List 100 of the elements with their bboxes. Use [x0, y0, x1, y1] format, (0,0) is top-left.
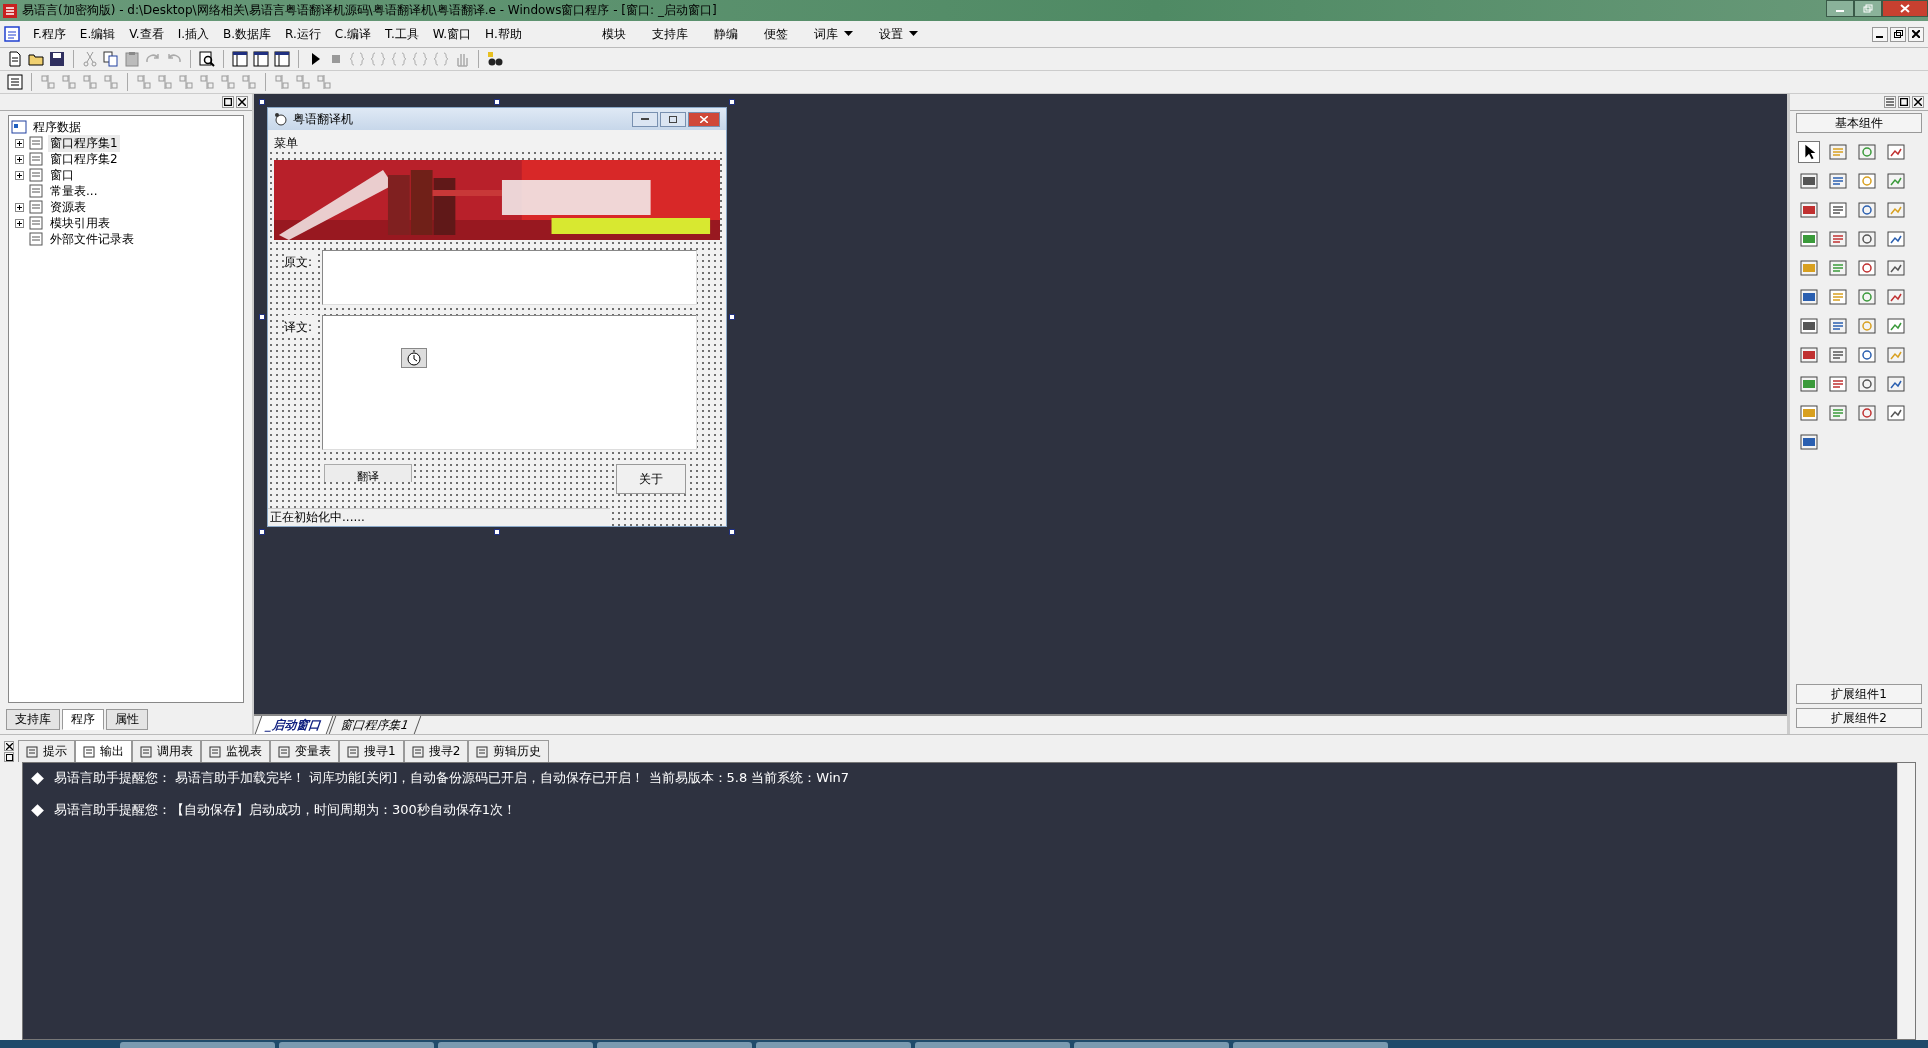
- menu-item[interactable]: C.编译: [327, 25, 379, 43]
- toolbox-group-button[interactable]: 扩展组件1: [1796, 684, 1922, 704]
- maximize-button[interactable]: [660, 111, 686, 127]
- tree-item[interactable]: 程序数据: [31, 118, 83, 136]
- component-icon[interactable]: [1885, 315, 1907, 337]
- component-icon[interactable]: [1885, 402, 1907, 424]
- tree-item[interactable]: 模块引用表: [48, 214, 112, 232]
- menu-item[interactable]: 支持库: [638, 25, 701, 43]
- minimize-button[interactable]: [1826, 0, 1854, 17]
- component-icon[interactable]: [1856, 199, 1878, 221]
- clipboard-icon[interactable]: [123, 50, 141, 68]
- menu-item[interactable]: 静编: [700, 25, 751, 43]
- input-field[interactable]: [322, 250, 697, 305]
- output-tab[interactable]: 搜寻2: [403, 740, 469, 762]
- component-icon[interactable]: [1885, 141, 1907, 163]
- menu-item[interactable]: W.窗口: [425, 25, 479, 43]
- expand-icon[interactable]: [15, 170, 24, 180]
- toolbox-group-button[interactable]: 扩展组件2: [1796, 708, 1922, 728]
- tree-item[interactable]: 常量表...: [48, 182, 100, 200]
- resize-handle[interactable]: [259, 99, 265, 105]
- component-icon[interactable]: [1827, 315, 1849, 337]
- output-tab[interactable]: 提示: [18, 740, 75, 762]
- component-icon[interactable]: [1856, 257, 1878, 279]
- component-icon[interactable]: [1885, 170, 1907, 192]
- restore-button[interactable]: [222, 96, 234, 108]
- menu-item[interactable]: 菜单: [274, 134, 298, 152]
- output-tab[interactable]: 输出: [75, 740, 132, 762]
- menu-item[interactable]: T.工具: [378, 25, 426, 43]
- component-icon[interactable]: [1856, 402, 1878, 424]
- close-button[interactable]: [1908, 26, 1924, 42]
- document-tab[interactable]: _启动窗口: [254, 716, 334, 734]
- component-icon[interactable]: [1827, 344, 1849, 366]
- tree-item[interactable]: 资源表: [48, 198, 88, 216]
- menu-item[interactable]: 便签: [750, 25, 801, 43]
- component-icon[interactable]: [1798, 170, 1820, 192]
- component-icon[interactable]: [1798, 199, 1820, 221]
- output-tab[interactable]: 变量表: [270, 740, 339, 762]
- magnifier-icon[interactable]: [198, 50, 216, 68]
- menu-item[interactable]: I.插入: [170, 25, 217, 43]
- restore-button[interactable]: [1898, 96, 1910, 108]
- component-icon[interactable]: [1827, 228, 1849, 250]
- menu-item[interactable]: B.数据库: [216, 25, 279, 43]
- resize-handle[interactable]: [729, 99, 735, 105]
- tree-item[interactable]: 窗口程序集1: [48, 134, 120, 152]
- document-tab[interactable]: 窗口程序集1: [328, 716, 421, 734]
- layout-icon[interactable]: [273, 50, 291, 68]
- menu-item[interactable]: 词库: [800, 25, 866, 43]
- panel-tab[interactable]: 程序: [62, 709, 104, 730]
- component-icon[interactable]: [1827, 170, 1849, 192]
- menu-item[interactable]: V.查看: [122, 25, 171, 43]
- resize-handle[interactable]: [729, 529, 735, 535]
- menu-item[interactable]: 设置: [865, 25, 931, 43]
- component-icon[interactable]: [1856, 344, 1878, 366]
- tree-item[interactable]: 窗口: [48, 166, 76, 184]
- menu-item[interactable]: 模块: [588, 25, 639, 43]
- minimize-button[interactable]: [632, 111, 658, 127]
- close-button[interactable]: [1882, 0, 1928, 17]
- restore-button[interactable]: [1854, 0, 1882, 17]
- pointer-icon[interactable]: [1798, 141, 1820, 163]
- translate-button[interactable]: 翻译: [324, 464, 412, 482]
- component-icon[interactable]: [1827, 199, 1849, 221]
- tree-item[interactable]: 窗口程序集2: [48, 150, 120, 168]
- component-icon[interactable]: [1798, 286, 1820, 308]
- restore-button[interactable]: [4, 752, 14, 762]
- component-icon[interactable]: [1798, 373, 1820, 395]
- layout-icon[interactable]: [231, 50, 249, 68]
- menu-button[interactable]: [1884, 96, 1896, 108]
- component-icon[interactable]: [1827, 373, 1849, 395]
- component-icon[interactable]: [1798, 344, 1820, 366]
- component-icon[interactable]: [1856, 286, 1878, 308]
- close-button[interactable]: [1912, 96, 1924, 108]
- menu-item[interactable]: F.程序: [26, 25, 73, 43]
- resize-handle[interactable]: [259, 314, 265, 320]
- grid-icon[interactable]: [6, 73, 24, 91]
- panel-tab[interactable]: 属性: [106, 709, 148, 730]
- component-icon[interactable]: [1856, 373, 1878, 395]
- restore-button[interactable]: [1890, 26, 1906, 42]
- component-icon[interactable]: [1798, 431, 1820, 453]
- resize-handle[interactable]: [494, 529, 500, 535]
- about-button[interactable]: 关于: [616, 464, 686, 494]
- component-icon[interactable]: [1798, 228, 1820, 250]
- toolbox-group-button[interactable]: 基本组件: [1796, 113, 1922, 133]
- binoculars-icon[interactable]: [486, 50, 504, 68]
- resize-handle[interactable]: [729, 314, 735, 320]
- expand-icon[interactable]: [15, 138, 24, 148]
- component-icon[interactable]: [1798, 315, 1820, 337]
- output-tab[interactable]: 剪辑历史: [468, 740, 550, 762]
- close-button[interactable]: [4, 741, 14, 751]
- layout-icon[interactable]: [252, 50, 270, 68]
- component-icon[interactable]: [1856, 228, 1878, 250]
- expand-icon[interactable]: [15, 218, 24, 228]
- menu-item[interactable]: R.运行: [278, 25, 328, 43]
- tree-item[interactable]: 外部文件记录表: [48, 230, 136, 248]
- output-tab[interactable]: 调用表: [132, 740, 201, 762]
- output-tab[interactable]: 搜寻1: [339, 740, 404, 762]
- minimize-button[interactable]: [1872, 26, 1888, 42]
- copy-icon[interactable]: [102, 50, 120, 68]
- close-button[interactable]: [236, 96, 248, 108]
- component-icon[interactable]: [1885, 373, 1907, 395]
- expand-icon[interactable]: [15, 154, 24, 164]
